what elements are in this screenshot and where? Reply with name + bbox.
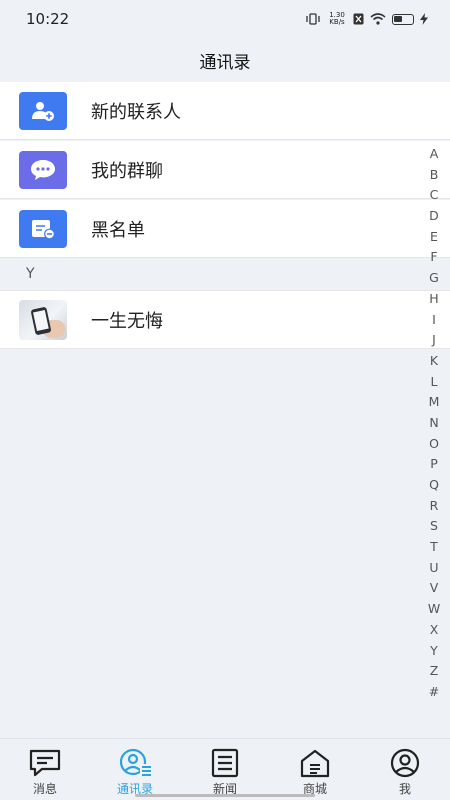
index-letter-q[interactable]: Q [429, 475, 439, 496]
section-letter: Y [26, 266, 35, 282]
nav-item-news[interactable]: 新闻 [180, 739, 270, 800]
blacklist-icon [19, 209, 67, 248]
index-letter-d[interactable]: D [429, 206, 439, 227]
index-letter-i[interactable]: I [432, 310, 436, 331]
bottom-nav: 消息 通讯录 新闻 商城 我 [0, 738, 450, 800]
index-letter-j[interactable]: J [432, 330, 436, 351]
menu-item-label: 新的联系人 [91, 101, 181, 123]
index-letter-hash[interactable]: # [429, 682, 439, 703]
index-letter-o[interactable]: O [429, 434, 439, 455]
index-letter-v[interactable]: V [430, 578, 439, 599]
index-letter-m[interactable]: M [429, 392, 440, 413]
status-icons: 1.30 KB/s [305, 12, 428, 26]
contact-item[interactable]: 一生无悔 [0, 291, 450, 349]
index-letter-x[interactable]: X [430, 620, 439, 641]
section-header-y: Y [0, 258, 450, 291]
index-letter-c[interactable]: C [430, 185, 439, 206]
contact-name: 一生无悔 [91, 310, 163, 332]
menu-item-group-chats[interactable]: 我的群聊 [0, 141, 450, 199]
nav-item-shop[interactable]: 商城 [270, 739, 360, 800]
index-letter-t[interactable]: T [430, 537, 438, 558]
index-letter-k[interactable]: K [430, 351, 438, 372]
network-speed-unit: KB/s [329, 18, 345, 26]
nav-label: 我 [398, 782, 411, 796]
vibrate-icon [306, 13, 320, 25]
page-title: 通讯录 [199, 52, 251, 73]
news-icon [211, 748, 239, 778]
home-indicator[interactable] [135, 794, 315, 797]
person-add-icon [19, 91, 67, 130]
shop-icon [300, 749, 330, 778]
index-letter-s[interactable]: S [430, 516, 438, 537]
nav-item-messages[interactable]: 消息 [0, 739, 90, 800]
index-letter-a[interactable]: A [430, 144, 439, 165]
index-letter-h[interactable]: H [429, 289, 438, 310]
menu-item-label: 黑名单 [91, 219, 145, 241]
sim-off-icon [353, 13, 364, 25]
chat-bubble-icon [19, 150, 67, 189]
index-letter-z[interactable]: Z [430, 661, 439, 682]
menu-item-label: 我的群聊 [91, 160, 163, 182]
status-time: 10:22 [26, 10, 70, 28]
menu-item-new-contacts[interactable]: 新的联系人 [0, 82, 450, 140]
nav-item-contacts[interactable]: 通讯录 [90, 739, 180, 800]
menu-item-blacklist[interactable]: 黑名单 [0, 200, 450, 258]
profile-icon [390, 748, 420, 778]
index-letter-w[interactable]: W [428, 599, 440, 620]
index-letter-n[interactable]: N [429, 413, 438, 434]
nav-label: 消息 [32, 782, 57, 796]
alphabet-index[interactable]: A B C D E F G H I J K L M N O P Q R S T … [428, 144, 440, 703]
index-letter-y[interactable]: Y [430, 641, 438, 662]
index-letter-f[interactable]: F [430, 247, 437, 268]
index-letter-g[interactable]: G [429, 268, 439, 289]
index-letter-l[interactable]: L [431, 372, 438, 393]
index-letter-r[interactable]: R [430, 496, 439, 517]
status-bar: 10:22 1.30 KB/s [0, 0, 450, 38]
nav-item-me[interactable]: 我 [360, 739, 450, 800]
battery-icon [392, 13, 414, 25]
title-bar: 通讯录 [0, 38, 450, 82]
index-letter-b[interactable]: B [430, 165, 439, 186]
index-letter-e[interactable]: E [430, 227, 438, 248]
charging-icon [420, 13, 428, 25]
wifi-icon [370, 13, 386, 25]
message-icon [29, 749, 61, 777]
index-letter-u[interactable]: U [429, 558, 438, 579]
avatar [19, 299, 67, 340]
network-speed: 1.30 KB/s [327, 12, 347, 26]
index-letter-p[interactable]: P [430, 454, 438, 475]
contacts-icon [119, 748, 152, 776]
